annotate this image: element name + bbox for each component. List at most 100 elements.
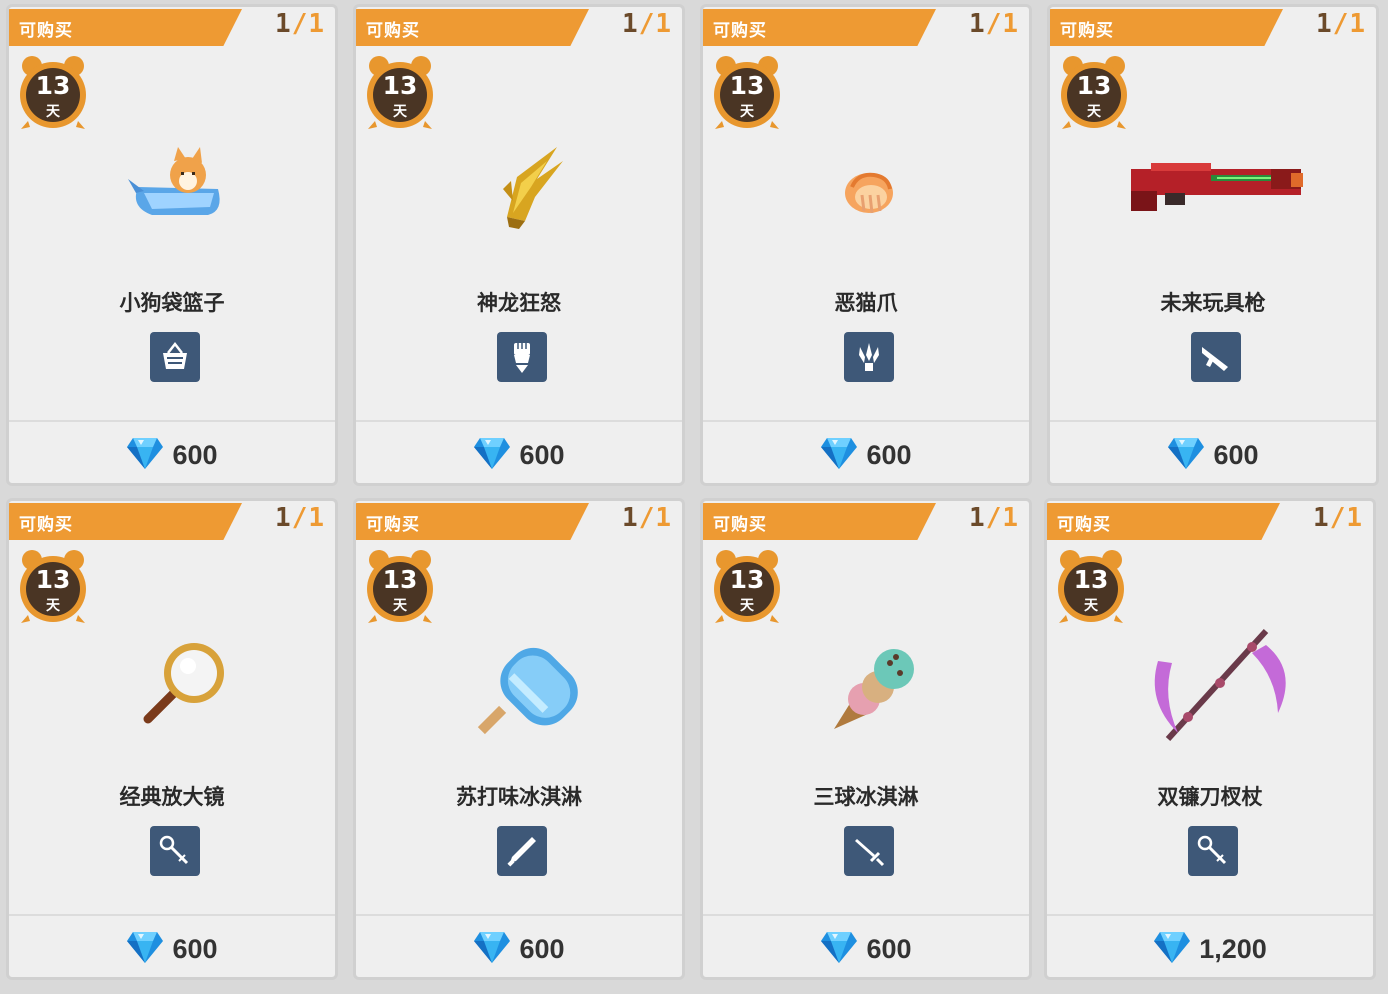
purchasable-label: 可购买 [1057, 515, 1111, 535]
timer-unit: 天 [1084, 598, 1098, 614]
toy-gun-icon [1131, 117, 1303, 267]
price-button[interactable]: 600 [1050, 432, 1376, 478]
alarm-clock-timer: 13 天 [1056, 549, 1126, 625]
purchasable-label: 可购买 [366, 515, 420, 535]
timer-days: 13 [35, 565, 71, 594]
purchase-count: 1/1 [275, 9, 325, 39]
divider [1047, 914, 1373, 916]
purchasable-label: 可购买 [713, 515, 767, 535]
purchase-count: 1/1 [1316, 9, 1366, 39]
gem-icon [1167, 436, 1205, 474]
shop-item-card[interactable]: 可购买 1/1 13 天 苏打味冰淇淋 600 [353, 498, 685, 980]
item-name: 经典放大镜 [119, 785, 225, 809]
price-value: 600 [1213, 439, 1259, 470]
timer-unit: 天 [46, 598, 60, 614]
price-value: 600 [172, 439, 218, 470]
gem-icon [820, 930, 858, 968]
dog-basket-icon [100, 117, 250, 267]
cat-paw-icon [794, 117, 944, 267]
purchasable-label: 可购买 [713, 21, 767, 41]
timer-days: 13 [729, 565, 765, 594]
gem-icon [126, 930, 164, 968]
alarm-clock-timer: 13 天 [365, 549, 435, 625]
alarm-clock-timer: 13 天 [365, 55, 435, 131]
purchase-count: 1/1 [1313, 503, 1363, 533]
price-button[interactable]: 600 [703, 926, 1029, 972]
price-button[interactable]: 600 [9, 926, 335, 972]
timer-days: 13 [1076, 71, 1112, 100]
shop-item-card[interactable]: 可购买 1/1 13 天 小狗袋篮子 600 [6, 4, 338, 486]
alarm-clock-timer: 13 天 [1059, 55, 1129, 131]
purchasable-label: 可购买 [19, 21, 73, 41]
ice-cream-cone-icon [794, 611, 944, 761]
staff-icon [1188, 826, 1238, 876]
shop-item-card[interactable]: 可购买 1/1 13 天 恶猫爪 600 [700, 4, 1032, 486]
item-name: 苏打味冰淇淋 [456, 785, 582, 809]
price-button[interactable]: 600 [356, 432, 682, 478]
price-value: 600 [519, 933, 565, 964]
double-scythe-icon [1138, 611, 1288, 761]
divider [356, 420, 682, 422]
timer-days: 13 [382, 71, 418, 100]
price-value: 600 [866, 439, 912, 470]
item-name: 恶猫爪 [834, 291, 898, 315]
fist-icon [497, 332, 547, 382]
shop-item-card[interactable]: 可购买 1/1 13 天 神龙狂怒 600 [353, 4, 685, 486]
item-name: 小狗袋篮子 [119, 291, 225, 315]
gem-icon [1153, 930, 1191, 968]
price-button[interactable]: 600 [703, 432, 1029, 478]
divider [356, 914, 682, 916]
purchasable-label: 可购买 [19, 515, 73, 535]
shop-item-card[interactable]: 可购买 1/1 13 天 经典放大镜 600 [6, 498, 338, 980]
price-value: 600 [172, 933, 218, 964]
item-name: 双镰刀杈杖 [1157, 785, 1263, 809]
divider [9, 420, 335, 422]
alarm-clock-timer: 13 天 [712, 55, 782, 131]
timer-unit: 天 [740, 104, 754, 120]
purchase-count: 1/1 [622, 9, 672, 39]
timer-days: 13 [35, 71, 71, 100]
divider [9, 914, 335, 916]
price-value: 600 [866, 933, 912, 964]
timer-unit: 天 [1087, 104, 1101, 120]
price-button[interactable]: 600 [9, 432, 335, 478]
blade-icon [497, 826, 547, 876]
timer-unit: 天 [740, 598, 754, 614]
timer-unit: 天 [393, 598, 407, 614]
divider [1050, 420, 1376, 422]
timer-unit: 天 [393, 104, 407, 120]
purchase-count: 1/1 [275, 503, 325, 533]
popsicle-icon [447, 611, 597, 761]
purchase-count: 1/1 [969, 503, 1019, 533]
shop-item-card[interactable]: 可购买 1/1 13 天 三球冰淇淋 600 [700, 498, 1032, 980]
staff-icon [150, 826, 200, 876]
dragon-claw-icon [447, 117, 597, 267]
claw-icon [844, 332, 894, 382]
gem-icon [820, 436, 858, 474]
item-name: 三球冰淇淋 [813, 785, 919, 809]
shop-item-card[interactable]: 可购买 1/1 13 天 未来玩具枪 600 [1047, 4, 1379, 486]
gem-icon [473, 436, 511, 474]
gem-icon [473, 930, 511, 968]
timer-unit: 天 [46, 104, 60, 120]
alarm-clock-timer: 13 天 [18, 55, 88, 131]
alarm-clock-timer: 13 天 [18, 549, 88, 625]
item-name: 未来玩具枪 [1160, 291, 1266, 315]
price-button[interactable]: 1,200 [1047, 926, 1373, 972]
gem-icon [126, 436, 164, 474]
item-name: 神龙狂怒 [477, 291, 561, 315]
sword-icon [844, 826, 894, 876]
magnifier-icon [100, 611, 250, 761]
divider [703, 914, 1029, 916]
purchasable-label: 可购买 [1060, 21, 1114, 41]
price-button[interactable]: 600 [356, 926, 682, 972]
price-value: 1,200 [1199, 933, 1267, 964]
purchase-count: 1/1 [969, 9, 1019, 39]
purchasable-label: 可购买 [366, 21, 420, 41]
purchase-count: 1/1 [622, 503, 672, 533]
gun-icon [1191, 332, 1241, 382]
shop-item-card[interactable]: 可购买 1/1 13 天 双镰刀杈杖 1,200 [1044, 498, 1376, 980]
timer-days: 13 [382, 565, 418, 594]
alarm-clock-timer: 13 天 [712, 549, 782, 625]
basket-icon [150, 332, 200, 382]
